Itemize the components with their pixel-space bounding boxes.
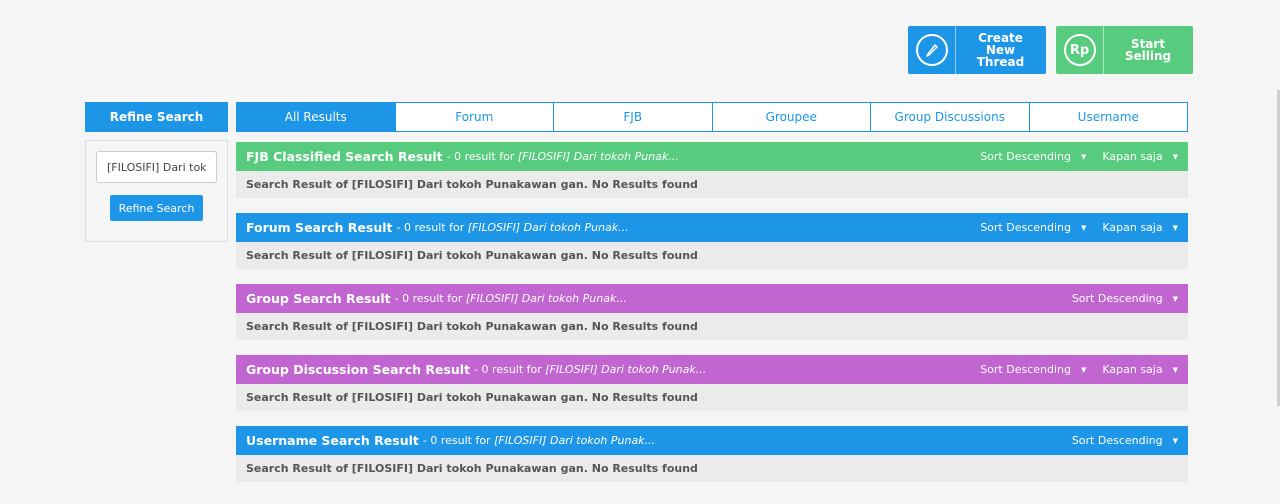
search-input[interactable] xyxy=(96,151,217,183)
tab-forum[interactable]: Forum xyxy=(394,102,554,132)
result-section-group: Group Search Result - 0 result for [FILO… xyxy=(236,284,1188,340)
caret-down-icon: ▼ xyxy=(1172,223,1178,232)
result-query: [FILOSIFI] Dari tokoh Punak... xyxy=(545,363,707,376)
sort-label: Sort Descending xyxy=(1071,292,1163,305)
sort-dropdown[interactable]: Sort Descending ▼ xyxy=(980,363,1086,376)
sort-label: Sort Descending xyxy=(1071,434,1163,447)
caret-down-icon: ▼ xyxy=(1172,294,1178,303)
time-dropdown[interactable]: Kapan saja ▼ xyxy=(1102,221,1178,234)
sort-dropdown[interactable]: Sort Descending ▼ xyxy=(980,150,1086,163)
top-actions: Create New Thread Rp Start Selling xyxy=(908,26,1193,74)
section-controls: Sort Descending ▼ Kapan saja ▼ xyxy=(980,355,1178,384)
result-section-group-discussion: Group Discussion Search Result - 0 resul… xyxy=(236,355,1188,411)
sort-label: Sort Descending xyxy=(980,150,1071,163)
time-label: Kapan saja xyxy=(1102,221,1163,234)
sidebar-title: Refine Search xyxy=(85,102,228,132)
sort-label: Sort Descending xyxy=(980,221,1071,234)
caret-down-icon: ▼ xyxy=(1080,152,1087,161)
section-title: Username Search Result xyxy=(246,433,419,448)
sort-dropdown[interactable]: Sort Descending ▼ xyxy=(1072,434,1178,447)
caret-down-icon: ▼ xyxy=(1172,436,1178,445)
sort-dropdown[interactable]: Sort Descending ▼ xyxy=(980,221,1086,234)
section-controls: Sort Descending ▼ xyxy=(1072,284,1178,313)
result-count: - 0 result for xyxy=(422,434,491,447)
section-header: Group Search Result - 0 result for [FILO… xyxy=(236,284,1188,313)
section-body: Search Result of [FILOSIFI] Dari tokoh P… xyxy=(236,455,1188,482)
tab-fjb[interactable]: FJB xyxy=(553,102,713,132)
rupiah-icon: Rp xyxy=(1063,34,1096,66)
result-query: [FILOSIFI] Dari tokoh Punak... xyxy=(494,434,656,447)
result-count: - 0 result for xyxy=(396,221,465,234)
section-body: Search Result of [FILOSIFI] Dari tokoh P… xyxy=(236,242,1188,269)
pencil-icon xyxy=(915,34,948,66)
tab-group-discussions[interactable]: Group Discussions xyxy=(870,102,1030,132)
section-meta: - 0 result for [FILOSIFI] Dari tokoh Pun… xyxy=(395,292,627,305)
caret-down-icon: ▼ xyxy=(1080,365,1087,374)
section-controls: Sort Descending ▼ xyxy=(1072,426,1178,455)
create-new-thread-label: Create New Thread xyxy=(976,31,1025,69)
section-title: Group Search Result xyxy=(246,291,391,306)
create-new-thread-button[interactable]: Create New Thread xyxy=(908,26,1046,74)
time-dropdown[interactable]: Kapan saja ▼ xyxy=(1102,150,1178,163)
result-section-forum: Forum Search Result - 0 result for [FILO… xyxy=(236,213,1188,269)
refine-sidebar: Refine Search Refine Search xyxy=(85,102,228,242)
result-count: - 0 result for xyxy=(474,363,542,376)
result-query: [FILOSIFI] Dari tokoh Punak... xyxy=(465,292,627,305)
section-header: Username Search Result - 0 result for [F… xyxy=(236,426,1188,455)
section-controls: Sort Descending ▼ Kapan saja ▼ xyxy=(980,142,1178,171)
section-meta: - 0 result for [FILOSIFI] Dari tokoh Pun… xyxy=(447,150,679,163)
start-selling-label: Start Selling xyxy=(1124,37,1172,63)
tab-all-results[interactable]: All Results xyxy=(236,102,396,132)
pencil-icon-wrap xyxy=(908,26,956,74)
section-header: Forum Search Result - 0 result for [FILO… xyxy=(236,213,1188,242)
refine-box: Refine Search xyxy=(85,140,228,242)
section-meta: - 0 result for [FILOSIFI] Dari tokoh Pun… xyxy=(397,221,629,234)
section-body: Search Result of [FILOSIFI] Dari tokoh P… xyxy=(236,313,1188,340)
section-body: Search Result of [FILOSIFI] Dari tokoh P… xyxy=(236,384,1188,411)
time-label: Kapan saja xyxy=(1102,363,1163,376)
section-meta: - 0 result for [FILOSIFI] Dari tokoh Pun… xyxy=(474,363,706,376)
section-title: FJB Classified Search Result xyxy=(246,149,443,164)
sort-dropdown[interactable]: Sort Descending ▼ xyxy=(1072,292,1178,305)
result-count: - 0 result for xyxy=(446,150,515,163)
tab-username[interactable]: Username xyxy=(1028,102,1188,132)
section-header: Group Discussion Search Result - 0 resul… xyxy=(236,355,1188,384)
section-body: Search Result of [FILOSIFI] Dari tokoh P… xyxy=(236,171,1188,198)
caret-down-icon: ▼ xyxy=(1080,223,1087,232)
section-title: Group Discussion Search Result xyxy=(246,362,471,377)
section-controls: Sort Descending ▼ Kapan saja ▼ xyxy=(980,213,1178,242)
caret-down-icon: ▼ xyxy=(1172,365,1178,374)
rupiah-icon-wrap: Rp xyxy=(1056,26,1104,74)
start-selling-button[interactable]: Rp Start Selling xyxy=(1056,26,1193,74)
caret-down-icon: ▼ xyxy=(1172,152,1178,161)
time-label: Kapan saja xyxy=(1102,150,1163,163)
section-meta: - 0 result for [FILOSIFI] Dari tokoh Pun… xyxy=(423,434,655,447)
sort-label: Sort Descending xyxy=(980,363,1071,376)
tab-groupee[interactable]: Groupee xyxy=(711,102,871,132)
result-tabs: All Results Forum FJB Groupee Group Disc… xyxy=(236,102,1188,132)
result-section-fjb: FJB Classified Search Result - 0 result … xyxy=(236,142,1188,198)
section-header: FJB Classified Search Result - 0 result … xyxy=(236,142,1188,171)
result-query: [FILOSIFI] Dari tokoh Punak... xyxy=(467,221,629,234)
result-section-username: Username Search Result - 0 result for [F… xyxy=(236,426,1188,482)
section-title: Forum Search Result xyxy=(246,220,393,235)
results-list: FJB Classified Search Result - 0 result … xyxy=(236,142,1188,497)
result-count: - 0 result for xyxy=(394,292,463,305)
refine-search-button[interactable]: Refine Search xyxy=(110,195,203,221)
time-dropdown[interactable]: Kapan saja ▼ xyxy=(1102,363,1178,376)
result-query: [FILOSIFI] Dari tokoh Punak... xyxy=(517,150,679,163)
